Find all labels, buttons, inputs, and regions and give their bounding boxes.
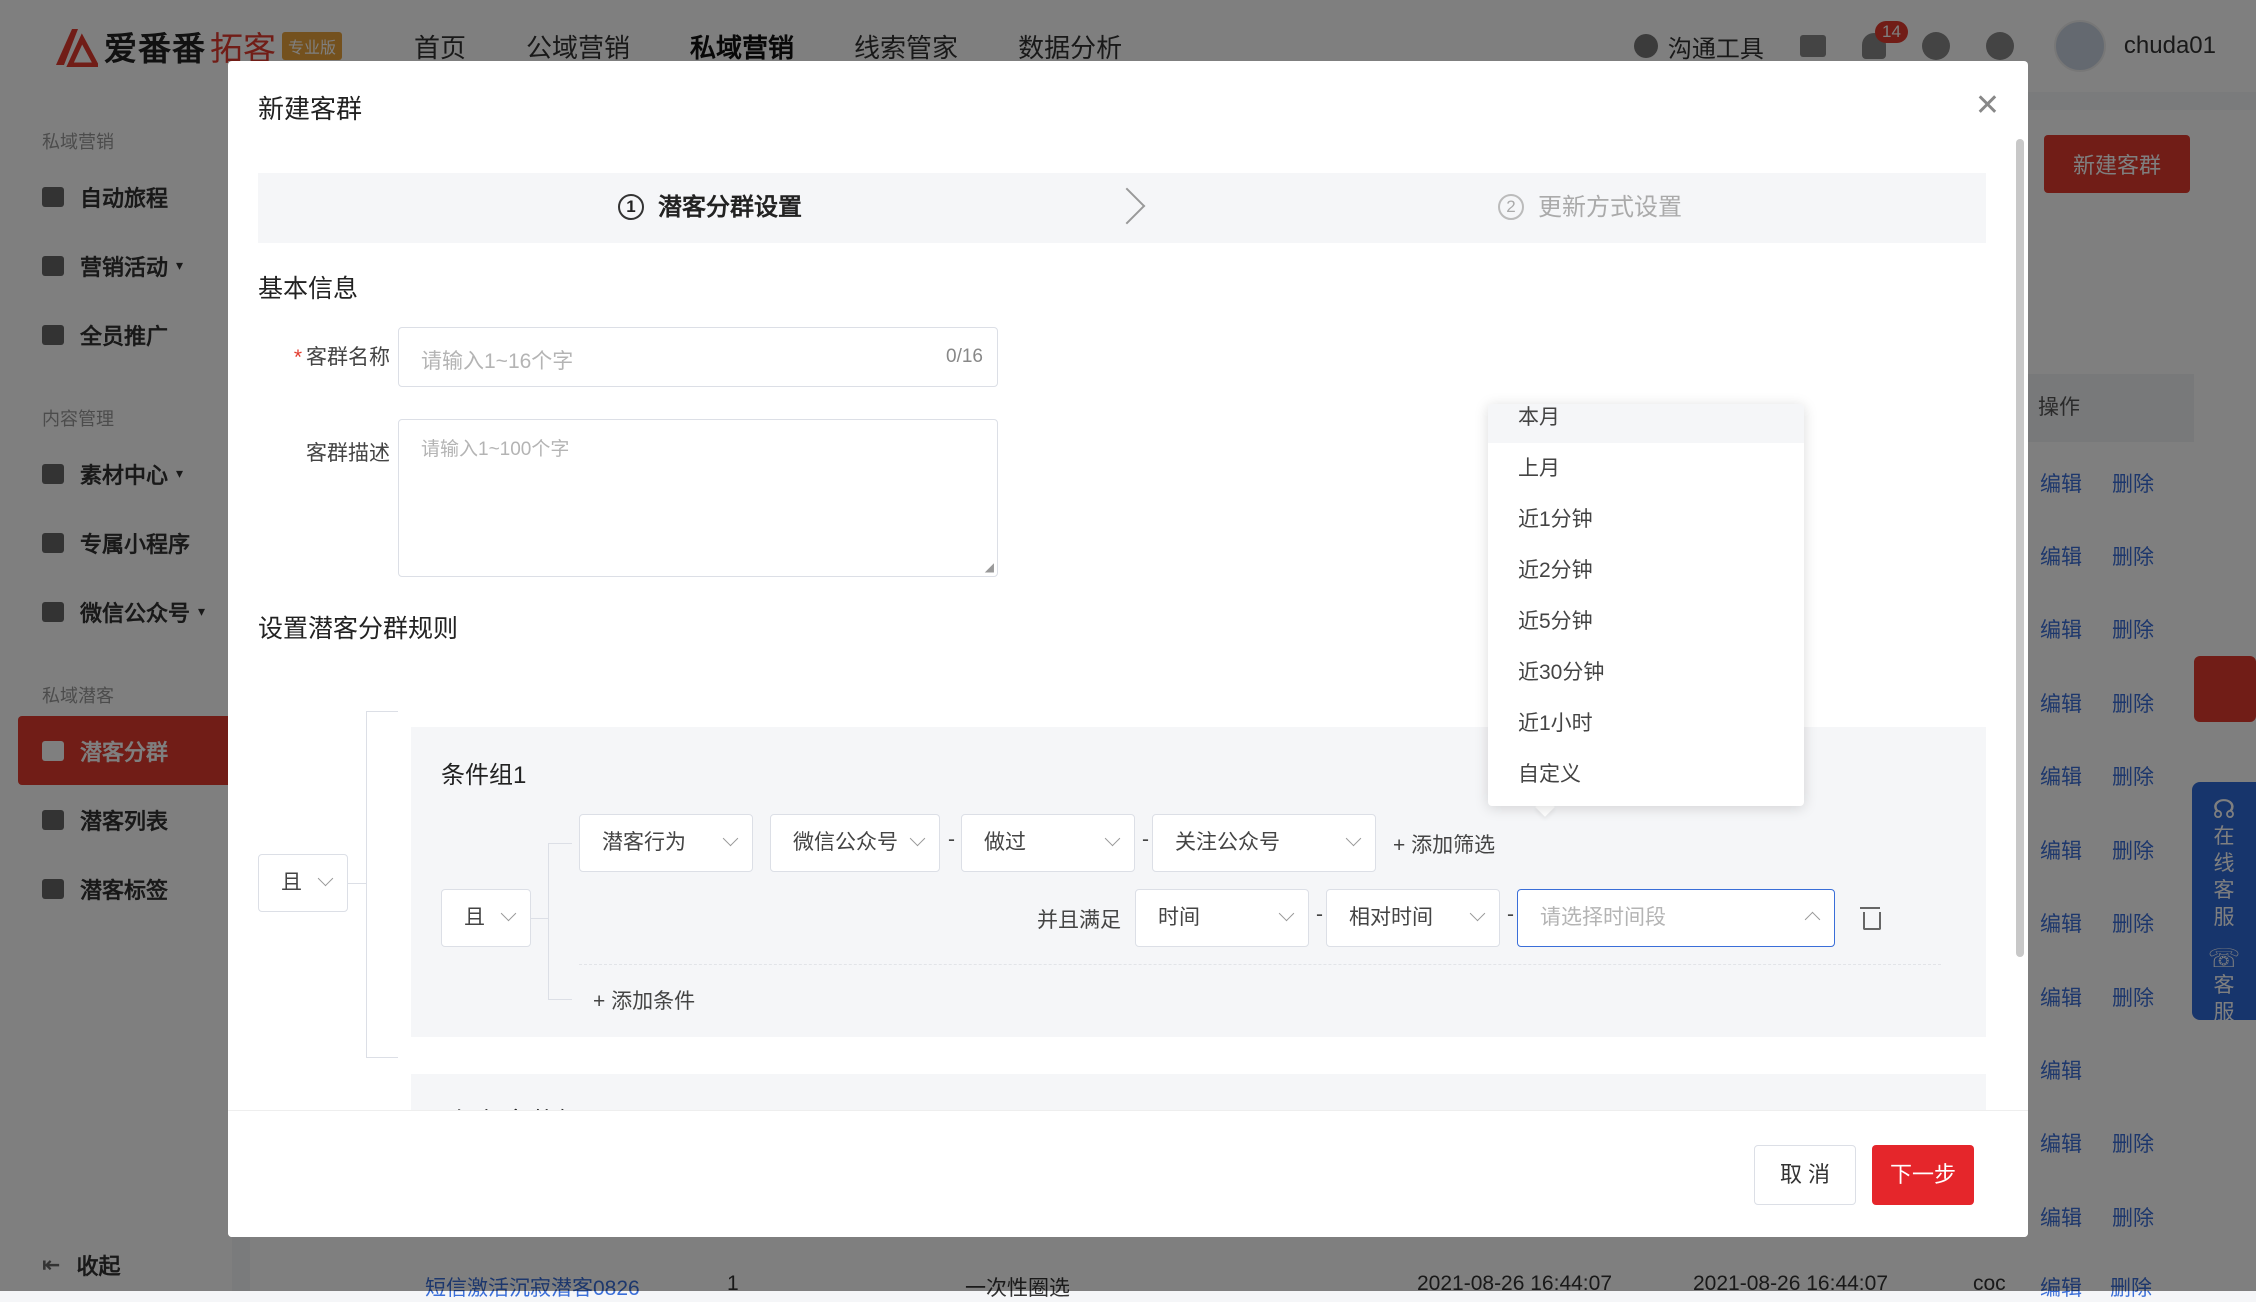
divider [579, 964, 1941, 965]
field-select[interactable]: 时间 [1135, 889, 1309, 947]
outer-logic-select[interactable]: 且 [258, 854, 348, 912]
separator: - [1507, 903, 1514, 926]
channel-value: 微信公众号 [793, 831, 898, 854]
group-desc-textarea[interactable]: 请输入1~100个字 ◢ [398, 419, 998, 577]
tree-line [548, 843, 572, 844]
chevron-right-icon [1108, 187, 1146, 225]
desc-label: 客群描述 [306, 442, 390, 465]
dialog-footer: 取 消 下一步 [228, 1110, 2028, 1237]
chevron-down-icon [909, 830, 926, 847]
chevron-down-icon [1345, 830, 1362, 847]
option-last-1-hour[interactable]: 近1小时 [1488, 698, 1804, 749]
steps-bar: 1 潜客分群设置 2 更新方式设置 [258, 173, 1986, 243]
step-2-label: 更新方式设置 [1538, 194, 1682, 221]
tree-line [366, 711, 367, 1057]
option-this-month[interactable]: 本月 [1488, 404, 1804, 443]
channel-select[interactable]: 微信公众号 [770, 814, 940, 872]
tree-line [531, 918, 548, 919]
basic-info-title: 基本信息 [258, 275, 359, 303]
chevron-down-icon [1469, 905, 1486, 922]
condition-type-value: 潜客行为 [602, 831, 686, 854]
group-name-input[interactable]: 请输入1~16个字 0/16 [398, 327, 998, 387]
action-select[interactable]: 做过 [961, 814, 1135, 872]
chevron-down-icon [317, 870, 334, 887]
time-mode-select[interactable]: 相对时间 [1326, 889, 1500, 947]
group-desc-placeholder: 请输入1~100个字 [421, 439, 570, 460]
separator: - [1142, 828, 1149, 851]
chevron-down-icon [500, 905, 517, 922]
field-value: 时间 [1158, 906, 1200, 929]
option-last-5-min[interactable]: 近5分钟 [1488, 596, 1804, 647]
trash-icon[interactable] [1860, 907, 1881, 930]
event-select[interactable]: 关注公众号 [1152, 814, 1376, 872]
time-period-dropdown: 本月 上月 近1分钟 近2分钟 近5分钟 近30分钟 近1小时 自定义 [1488, 404, 1804, 806]
chevron-down-icon [722, 830, 739, 847]
time-period-placeholder: 请选择时间段 [1540, 906, 1666, 929]
option-custom[interactable]: 自定义 [1488, 749, 1804, 800]
option-last-2-min[interactable]: 近2分钟 [1488, 545, 1804, 596]
group-logic-select[interactable]: 且 [441, 889, 531, 947]
group-logic-value: 且 [464, 906, 485, 929]
add-condition-button[interactable]: + 添加条件 [593, 985, 695, 1015]
resize-handle-icon[interactable]: ◢ [985, 560, 994, 574]
cancel-button[interactable]: 取 消 [1754, 1145, 1856, 1205]
action-value: 做过 [984, 831, 1026, 854]
time-mode-value: 相对时间 [1349, 906, 1433, 929]
required-mark: * [293, 346, 302, 369]
chevron-down-icon [1104, 830, 1121, 847]
step-2: 2 更新方式设置 [1498, 173, 1682, 243]
option-last-30-min[interactable]: 近30分钟 [1488, 647, 1804, 698]
step-1-label: 潜客分群设置 [658, 194, 802, 221]
step-2-number: 2 [1498, 193, 1524, 220]
tree-line [548, 843, 549, 999]
tree-line [348, 883, 366, 884]
chevron-down-icon [1278, 905, 1295, 922]
dialog-scrollbar[interactable] [2016, 139, 2024, 957]
event-value: 关注公众号 [1175, 831, 1280, 854]
condition-type-select[interactable]: 潜客行为 [579, 814, 753, 872]
tree-line [366, 711, 398, 712]
tree-line [366, 1057, 398, 1058]
step-1-number: 1 [618, 193, 644, 220]
add-filter-button[interactable]: + 添加筛选 [1393, 829, 1495, 859]
dialog-title: 新建客群 [258, 94, 363, 124]
option-last-1-min[interactable]: 近1分钟 [1488, 494, 1804, 545]
close-icon[interactable]: ✕ [1975, 91, 2000, 121]
time-period-select[interactable]: 请选择时间段 [1517, 889, 1835, 947]
name-label-text: 客群名称 [306, 346, 390, 369]
group-1-title: 条件组1 [441, 762, 527, 789]
separator: - [1316, 903, 1323, 926]
chevron-up-icon [1804, 911, 1821, 928]
step-1: 1 潜客分群设置 [618, 173, 802, 243]
separator: - [948, 828, 955, 851]
group-name-placeholder: 请输入1~16个字 [421, 350, 574, 373]
char-counter: 0/16 [946, 346, 983, 367]
option-last-month[interactable]: 上月 [1488, 443, 1804, 494]
name-label: * 客群名称 [260, 341, 390, 371]
rules-title: 设置潜客分群规则 [258, 615, 459, 643]
outer-logic-value: 且 [281, 871, 302, 894]
next-step-button[interactable]: 下一步 [1872, 1145, 1974, 1205]
and-satisfy-label: 并且满足 [1037, 909, 1121, 932]
tree-line [548, 999, 572, 1000]
